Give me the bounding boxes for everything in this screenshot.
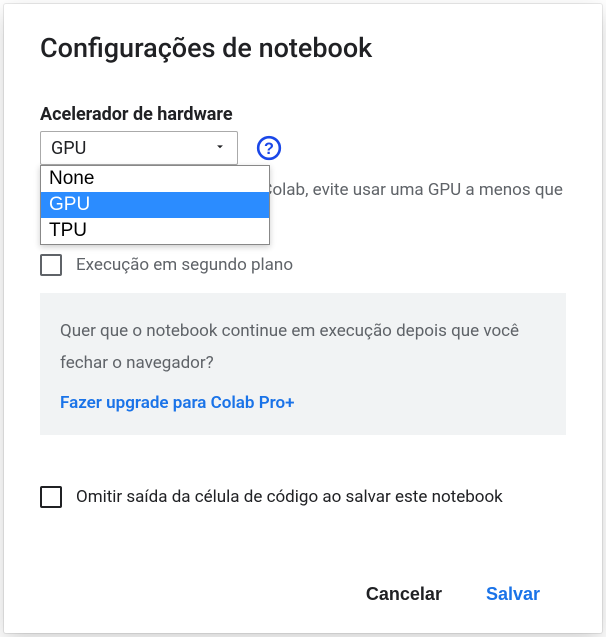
save-button[interactable]: Salvar <box>482 576 544 613</box>
accelerator-selected-value: GPU <box>51 138 86 159</box>
help-icon[interactable]: ? <box>256 135 282 161</box>
upgrade-link[interactable]: Fazer upgrade para Colab Pro+ <box>60 393 546 413</box>
upsell-text: Quer que o notebook continue em execução… <box>60 315 546 380</box>
accelerator-select[interactable]: GPU None GPU TPU <box>40 131 238 165</box>
cancel-button[interactable]: Cancelar <box>362 576 446 613</box>
accelerator-option-tpu[interactable]: TPU <box>41 218 269 244</box>
background-execution-row: Execução em segundo plano <box>40 253 566 279</box>
dialog-title: Configurações de notebook <box>40 32 566 64</box>
accelerator-option-none[interactable]: None <box>41 166 269 192</box>
notebook-settings-dialog: Configurações de notebook Acelerador de … <box>4 4 602 633</box>
upsell-box: Quer que o notebook continue em execução… <box>40 293 566 436</box>
omit-output-row: Omitir saída da célula de código ao salv… <box>40 485 566 511</box>
background-execution-checkbox[interactable] <box>40 254 62 276</box>
accelerator-dropdown: None GPU TPU <box>40 165 270 245</box>
chevron-down-icon <box>213 138 227 159</box>
omit-output-label: Omitir saída da célula de código ao salv… <box>76 485 503 511</box>
dialog-actions: Cancelar Salvar <box>40 556 566 613</box>
accelerator-section: Acelerador de hardware GPU None GPU TPU … <box>40 104 566 231</box>
svg-text:?: ? <box>264 140 274 158</box>
accelerator-label: Acelerador de hardware <box>40 104 566 125</box>
accelerator-option-gpu[interactable]: GPU <box>41 192 269 218</box>
background-execution-label: Execução em segundo plano <box>76 253 293 279</box>
accelerator-select-row: GPU None GPU TPU ? <box>40 131 566 165</box>
omit-output-checkbox[interactable] <box>40 486 62 508</box>
